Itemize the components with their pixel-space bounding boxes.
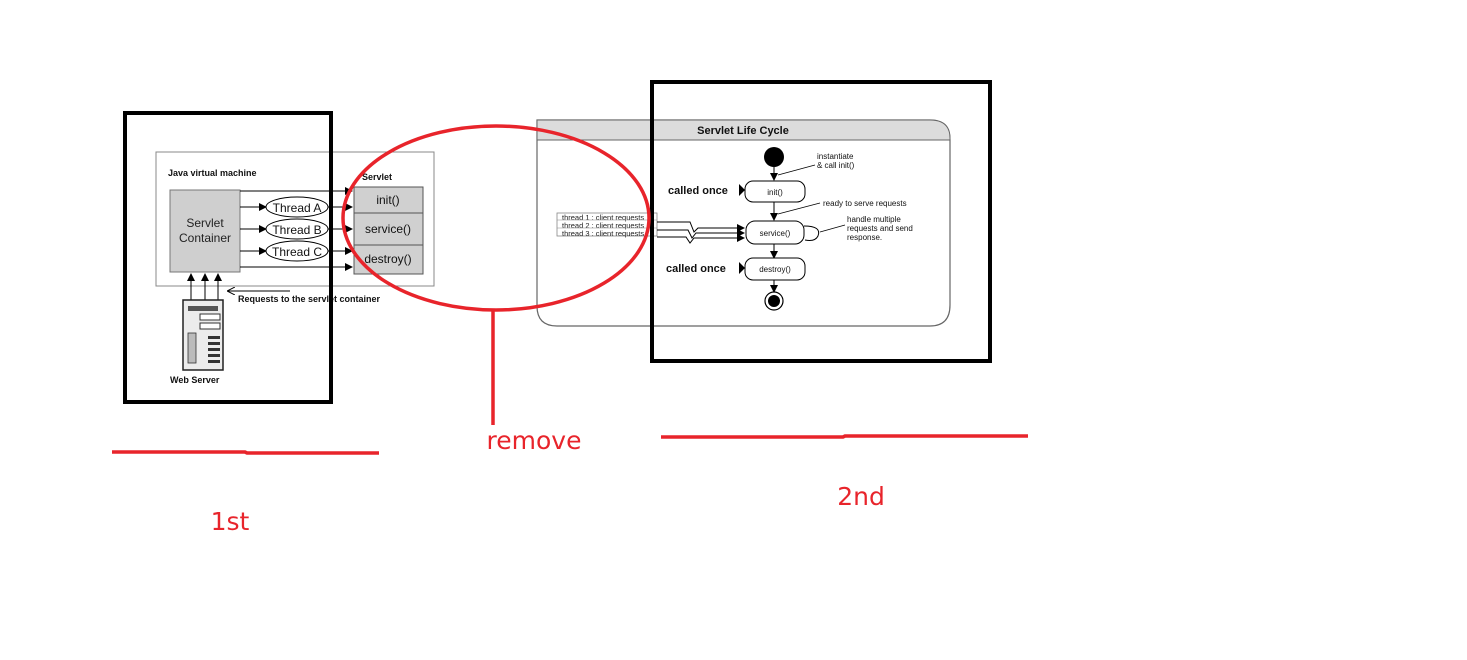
first-underline [112,450,379,455]
ready-note: ready to serve requests [823,199,907,208]
thread-b-label: Thread B [272,223,321,237]
second-underline [661,434,1028,439]
requests-label: Requests to the servlet container [238,294,381,304]
servlet-container-diagram: Java virtual machine Servlet Container T… [155,151,435,385]
jvm-label: Java virtual machine [168,168,257,178]
handle-note-line2: requests and send [847,224,913,233]
client-request-3: thread 3 : client requests [562,229,644,238]
second-label: 2nd [837,482,885,511]
servlet-container-label-line1: Servlet [186,216,224,230]
destroy-state-label: destroy() [759,265,791,274]
thread-a-label: Thread A [273,201,322,215]
servlet-label: Servlet [362,172,392,182]
handle-note-line1: handle multiple [847,215,901,224]
destroy-method-label: destroy() [364,252,411,266]
life-cycle-title: Servlet Life Cycle [697,125,789,137]
service-state-label: service() [760,229,791,238]
thread-c-label: Thread C [272,245,322,259]
handle-note-line3: response. [847,233,882,242]
called-once-label-bottom: called once [666,263,726,275]
servlet-container-label-line2: Container [179,231,231,245]
init-state-label: init() [767,188,783,197]
called-once-label-top: called once [668,185,728,197]
instantiate-note-line1: instantiate [817,152,854,161]
service-method-label: service() [365,222,411,236]
instantiate-note-line2: & call init() [817,161,855,170]
web-server-label: Web Server [170,375,220,385]
init-method-label: init() [376,193,399,207]
first-label: 1st [211,507,250,536]
remove-label: remove [487,426,582,455]
web-server-icon [182,299,224,371]
initial-state-node [764,147,784,167]
annotated-diagram-canvas: Java virtual machine Servlet Container T… [112,80,1028,536]
